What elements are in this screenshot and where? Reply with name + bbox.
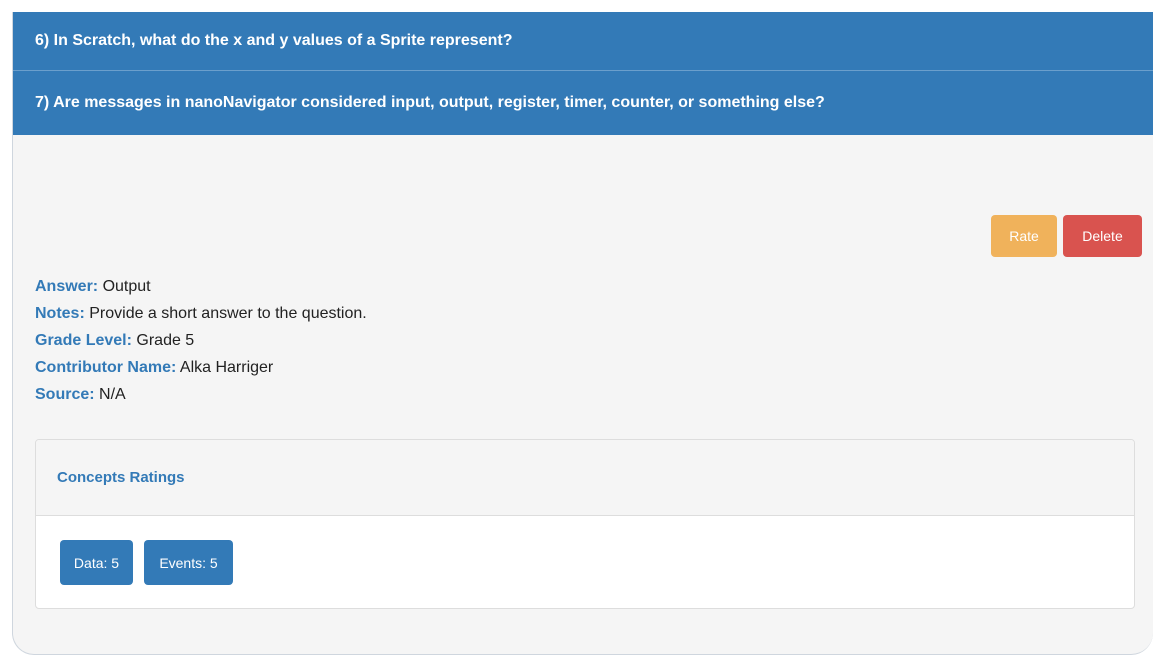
question-7-body: Rate Delete Answer: Output Notes: Provid… — [13, 135, 1153, 654]
question-accordion: 6) In Scratch, what do the x and y value… — [12, 12, 1153, 655]
contributor-label: Contributor Name: — [35, 359, 177, 376]
grade-level-value: Grade 5 — [136, 332, 195, 349]
grade-level-label: Grade Level: — [35, 332, 132, 349]
source-row: Source: N/A — [35, 381, 367, 408]
contributor-row: Contributor Name: Alka Harriger — [35, 354, 367, 381]
grade-level-row: Grade Level: Grade 5 — [35, 327, 367, 354]
contributor-value: Alka Harriger — [179, 359, 274, 376]
source-label: Source: — [35, 386, 95, 403]
question-6-header[interactable]: 6) In Scratch, what do the x and y value… — [13, 12, 1153, 71]
answer-row: Answer: Output — [35, 273, 367, 300]
notes-value: Provide a short answer to the question. — [89, 305, 367, 322]
delete-button[interactable]: Delete — [1063, 215, 1142, 257]
concepts-ratings-panel: Concepts Ratings Data: 5 Events: 5 — [35, 439, 1135, 609]
question-actions: Rate Delete — [991, 215, 1142, 257]
question-7-header[interactable]: 7) Are messages in nanoNavigator conside… — [13, 71, 1153, 135]
concepts-ratings-heading: Concepts Ratings — [36, 440, 1134, 516]
source-value: N/A — [99, 386, 126, 403]
concept-rating-events[interactable]: Events: 5 — [144, 540, 233, 585]
concepts-ratings-body: Data: 5 Events: 5 — [36, 516, 1134, 585]
answer-value: Output — [102, 278, 151, 295]
question-6-title: 6) In Scratch, what do the x and y value… — [35, 32, 513, 49]
question-details: Answer: Output Notes: Provide a short an… — [35, 273, 367, 408]
notes-row: Notes: Provide a short answer to the que… — [35, 300, 367, 327]
concept-rating-data[interactable]: Data: 5 — [60, 540, 133, 585]
answer-label: Answer: — [35, 278, 99, 295]
rate-button[interactable]: Rate — [991, 215, 1057, 257]
notes-label: Notes: — [35, 305, 85, 322]
question-7-title: 7) Are messages in nanoNavigator conside… — [35, 94, 825, 111]
